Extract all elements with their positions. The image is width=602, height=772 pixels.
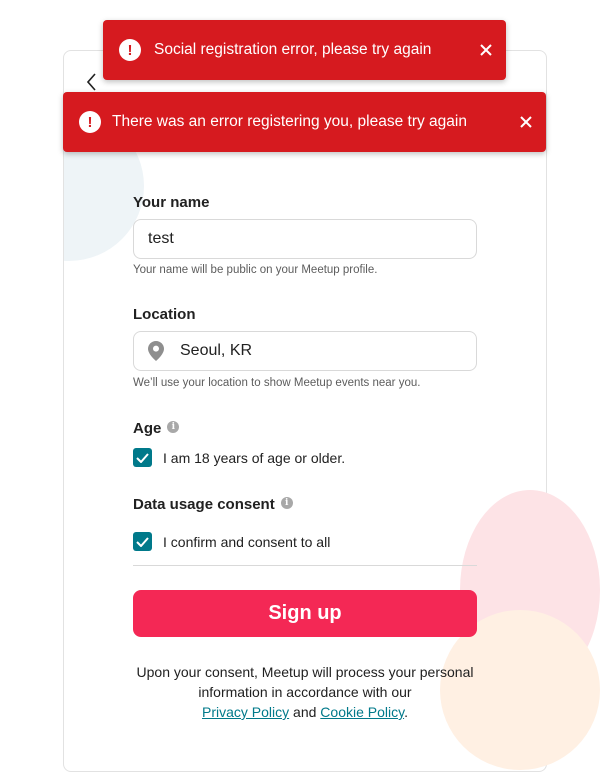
name-label: Your name — [133, 194, 210, 211]
consent-notice-and: and — [293, 704, 317, 720]
name-field[interactable] — [133, 219, 477, 259]
consent-label-text: Data usage consent — [133, 496, 275, 513]
age-checkbox-label: I am 18 years of age or older. — [163, 449, 346, 466]
consent-notice: Upon your consent, Meetup will process y… — [133, 662, 477, 722]
info-icon[interactable]: i — [167, 421, 180, 433]
chevron-left-icon — [87, 73, 96, 91]
alert-icon: ! — [119, 39, 141, 61]
error-toast-message: Social registration error, please try ag… — [154, 41, 432, 58]
error-toast-message: There was an error registering you, plea… — [112, 113, 467, 130]
consent-notice-text: Upon your consent, Meetup will process y… — [136, 664, 474, 700]
alert-icon: ! — [79, 111, 101, 133]
consent-label: Data usage consent i — [133, 496, 293, 513]
consent-notice-end: . — [404, 704, 408, 720]
name-hint: Your name will be public on your Meetup … — [133, 264, 378, 276]
location-pin-icon — [148, 341, 164, 361]
location-label: Location — [133, 306, 196, 323]
location-input[interactable] — [178, 341, 476, 361]
sign-up-button[interactable]: Sign up — [133, 590, 477, 637]
checkmark-icon — [136, 536, 149, 547]
checkmark-icon — [136, 452, 149, 463]
privacy-policy-link[interactable]: Privacy Policy — [202, 704, 289, 720]
close-icon[interactable] — [520, 116, 532, 128]
error-toast: ! There was an error registering you, pl… — [63, 92, 546, 152]
age-checkbox-row: I am 18 years of age or older. — [133, 448, 345, 467]
age-label-text: Age — [133, 420, 162, 437]
age-checkbox[interactable] — [133, 448, 152, 467]
consent-checkbox-row: I confirm and consent to all — [133, 532, 330, 551]
cookie-policy-link[interactable]: Cookie Policy — [320, 704, 404, 720]
info-icon[interactable]: i — [280, 497, 293, 509]
age-label: Age i — [133, 420, 180, 437]
location-hint: We’ll use your location to show Meetup e… — [133, 377, 421, 389]
name-input[interactable] — [146, 229, 476, 249]
error-toast: ! Social registration error, please try … — [103, 20, 506, 80]
location-field[interactable] — [133, 331, 477, 371]
close-icon[interactable] — [480, 44, 492, 56]
divider — [133, 565, 477, 566]
back-button[interactable] — [82, 70, 102, 94]
consent-checkbox-label: I confirm and consent to all — [163, 533, 331, 550]
consent-checkbox[interactable] — [133, 532, 152, 551]
